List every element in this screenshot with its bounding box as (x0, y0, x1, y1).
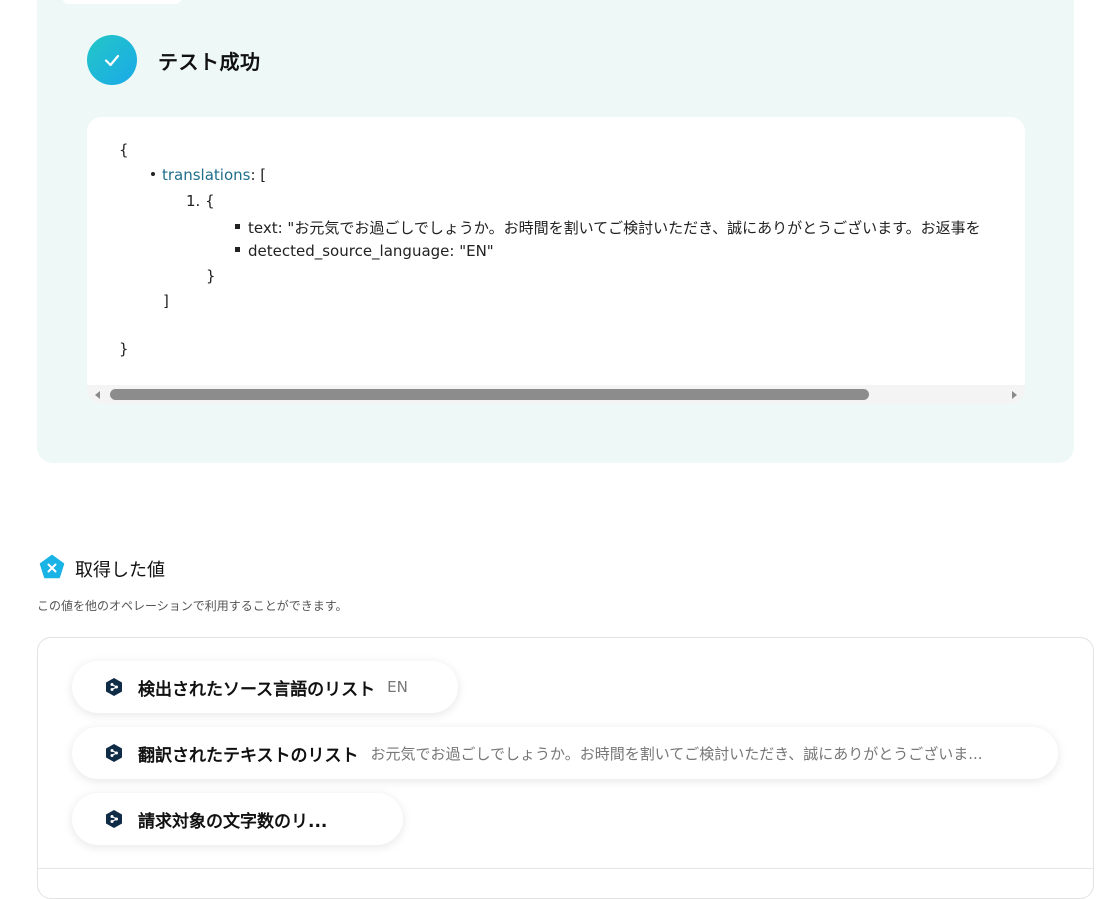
acquired-values-description: この値を他のオペレーションで利用することができます。 (37, 599, 348, 613)
value-pill-translated-text[interactable]: 翻訳されたテキストのリスト お元気でお過ごしでしょうか。お時間を割いてご検討いた… (72, 727, 1058, 779)
deepl-hexagon-icon (106, 810, 122, 828)
scrollbar-thumb[interactable] (110, 389, 869, 400)
value-pill-billed-characters[interactable]: 請求対象の文字数のリ... (72, 793, 403, 845)
json-output-viewer[interactable]: { translations: [ 1. { text: "お元気でお過ごしでし… (87, 117, 1025, 404)
json-open-brace: { (119, 141, 129, 159)
top-tab-fragment (62, 0, 182, 4)
value-pill-source-language[interactable]: 検出されたソース言語のリスト EN (72, 661, 458, 713)
divider (38, 868, 1093, 869)
value-pill-value: EN (387, 678, 408, 696)
json-translations-line: translations: [ (151, 166, 266, 184)
bullet (151, 171, 155, 176)
json-item-close: } (206, 267, 216, 285)
json-array-open: : [ (250, 166, 267, 184)
value-pill-value: お元気でお過ごしでしょうか。お時間を割いてご検討いただき、誠にありがとうございま… (370, 744, 983, 763)
bullet (235, 247, 240, 252)
acquired-values-title: 取得した値 (75, 560, 165, 581)
deepl-hexagon-icon (106, 744, 122, 762)
scroll-left-icon[interactable] (95, 391, 100, 399)
value-pill-label: 請求対象の文字数のリ... (138, 811, 328, 832)
value-pill-label: 翻訳されたテキストのリスト (138, 745, 359, 766)
json-language-field: detected_source_language: "EN" (235, 242, 494, 260)
json-item-open: 1. { (186, 192, 215, 210)
check-circle-icon (87, 35, 137, 85)
test-success-title: テスト成功 (158, 50, 261, 74)
bullet (235, 224, 240, 229)
json-language-value: detected_source_language: "EN" (248, 242, 494, 260)
json-array-close: ] (163, 292, 169, 310)
value-pill-label: 検出されたソース言語のリスト (138, 679, 376, 700)
deepl-hexagon-icon (106, 678, 122, 696)
json-key-translations[interactable]: translations (162, 166, 250, 184)
json-text-value: text: "お元気でお過ごしでしょうか。お時間を割いてご検討いただき、誠にあり… (248, 219, 981, 237)
json-text-field: text: "お元気でお過ごしでしょうか。お時間を割いてご検討いただき、誠にあり… (235, 217, 981, 238)
pentagon-x-icon (39, 554, 65, 580)
scroll-right-icon[interactable] (1012, 391, 1017, 399)
horizontal-scrollbar[interactable] (87, 385, 1025, 404)
json-close-brace: } (119, 340, 129, 358)
